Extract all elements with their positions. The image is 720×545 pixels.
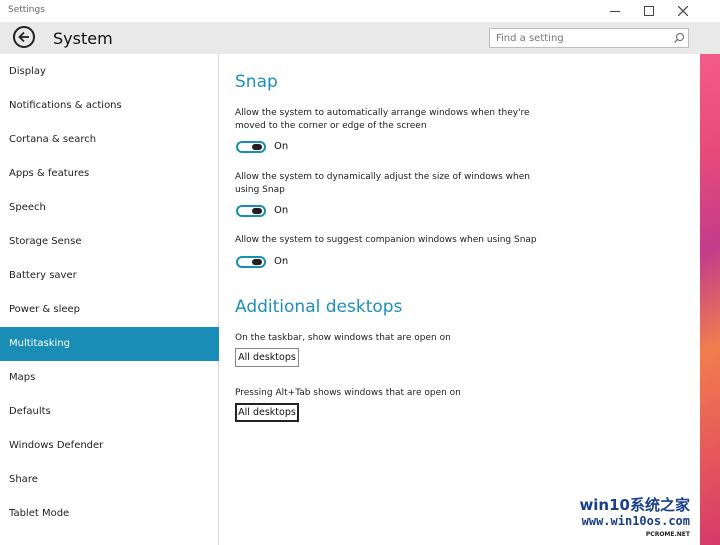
snap-setting-3-description: Allow the system to suggest companion wi… (235, 235, 537, 245)
maximize-button[interactable] (632, 0, 666, 22)
toggle-knob (252, 208, 262, 214)
sidebar-item-speech[interactable]: Speech (0, 191, 219, 225)
maximize-icon (644, 6, 654, 16)
sidebar-item-defaults[interactable]: Defaults (0, 395, 219, 429)
additional-desktops-heading: Additional desktops (235, 297, 403, 317)
desktop-wallpaper-strip (700, 54, 720, 545)
sidebar-item-notifications[interactable]: Notifications & actions (0, 89, 219, 123)
sidebar-item-defender[interactable]: Windows Defender (0, 429, 219, 463)
snap-setting-2-toggle[interactable] (236, 205, 266, 217)
back-button[interactable] (13, 26, 35, 48)
search-input[interactable] (490, 29, 665, 47)
window-title: Settings (8, 5, 45, 15)
sidebar-item-maps[interactable]: Maps (0, 361, 219, 395)
close-icon (678, 6, 688, 16)
snap-setting-1-toggle[interactable] (236, 141, 266, 153)
sidebar-item-cortana[interactable]: Cortana & search (0, 123, 219, 157)
alttab-setting-label: Pressing Alt+Tab shows windows that are … (235, 388, 461, 398)
close-button[interactable] (666, 0, 700, 22)
title-bar: Settings (0, 0, 720, 22)
watermark-line-2: www.win10os.com (581, 514, 690, 528)
back-arrow-icon (18, 31, 29, 43)
search-icon[interactable] (673, 32, 685, 44)
sidebar-item-share[interactable]: Share (0, 463, 219, 497)
snap-heading: Snap (235, 72, 278, 92)
snap-setting-2-description: Allow the system to dynamically adjust t… (235, 172, 530, 195)
snap-setting-1-description: Allow the system to automatically arrang… (235, 108, 530, 131)
watermark-line-1: win10系统之家 (579, 496, 690, 514)
sidebar-item-tablet[interactable]: Tablet Mode (0, 497, 219, 531)
page-title: System (53, 29, 113, 48)
site-watermark: win10系统之家 www.win10os.com PCROME.NET (558, 490, 720, 545)
minimize-button[interactable] (598, 0, 632, 22)
taskbar-setting-label: On the taskbar, show windows that are op… (235, 333, 451, 343)
search-box[interactable] (489, 28, 689, 48)
minimize-icon (610, 11, 620, 12)
snap-setting-3-toggle[interactable] (236, 256, 266, 268)
snap-setting-2-state: On (274, 205, 289, 216)
snap-setting-3-state: On (274, 256, 289, 267)
sidebar-item-storage[interactable]: Storage Sense (0, 225, 219, 259)
sidebar-item-battery[interactable]: Battery saver (0, 259, 219, 293)
watermark-line-3: PCROME.NET (645, 531, 690, 538)
sidebar-item-power[interactable]: Power & sleep (0, 293, 219, 327)
toggle-knob (252, 259, 262, 265)
sidebar-item-display[interactable]: Display (0, 55, 219, 89)
settings-header: System (0, 22, 720, 54)
taskbar-desktops-dropdown[interactable]: All desktops (235, 348, 299, 367)
snap-setting-1-state: On (274, 141, 289, 152)
main-content: Snap Allow the system to automatically a… (220, 54, 720, 545)
sidebar-item-apps[interactable]: Apps & features (0, 157, 219, 191)
sidebar-item-multitasking[interactable]: Multitasking (0, 327, 219, 361)
alttab-desktops-dropdown[interactable]: All desktops (235, 403, 299, 422)
sidebar: Display Notifications & actions Cortana … (0, 54, 219, 545)
toggle-knob (252, 144, 262, 150)
